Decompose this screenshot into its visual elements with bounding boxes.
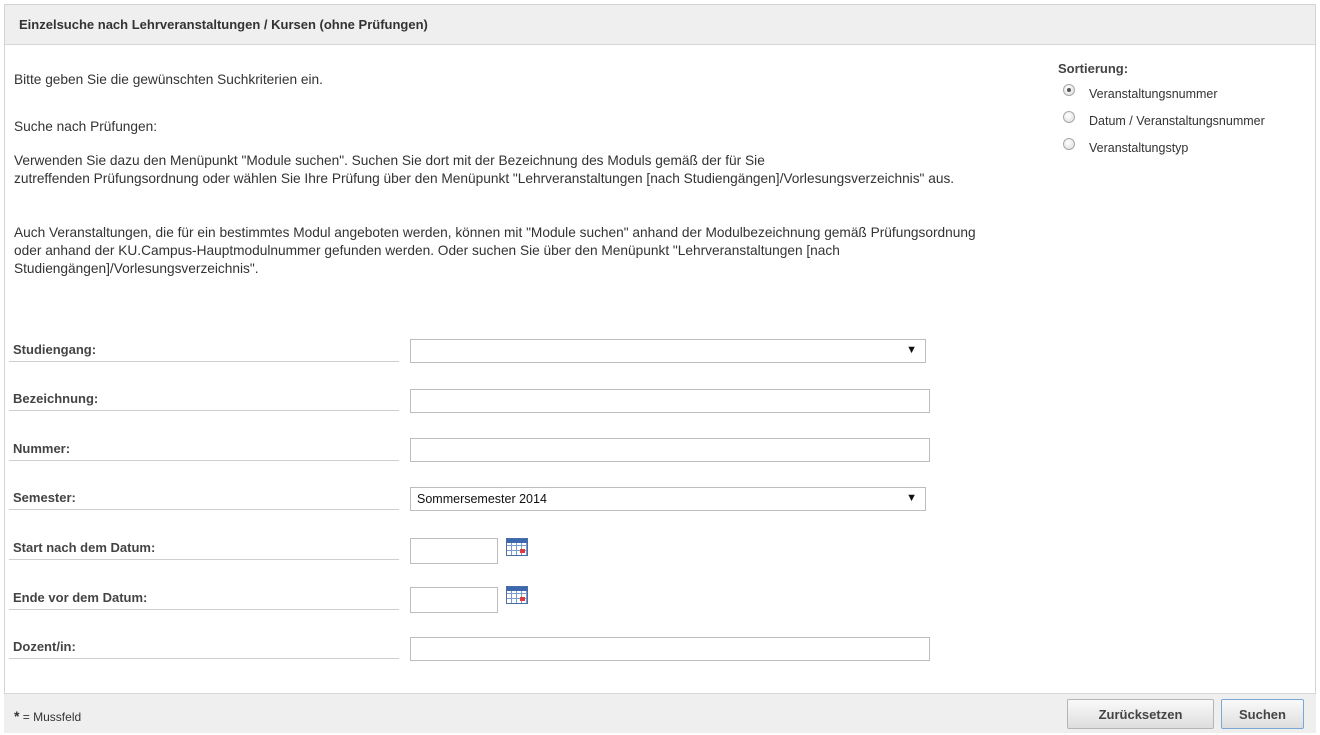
nummer-label: Nummer: xyxy=(9,441,399,461)
intro-text: Bitte geben Sie die gewünschten Suchkrit… xyxy=(14,72,323,87)
sort-option-label: Datum / Veranstaltungsnummer xyxy=(1089,114,1265,128)
info-text-2c: Studiengängen]/Vorlesungsverzeichnis". xyxy=(14,261,259,276)
dozent-input[interactable] xyxy=(410,637,930,661)
info-text-1a: Verwenden Sie dazu den Menüpunkt "Module… xyxy=(14,153,765,168)
radio-icon[interactable] xyxy=(1063,138,1075,150)
exam-search-heading: Suche nach Prüfungen: xyxy=(14,119,158,134)
sort-title: Sortierung: xyxy=(1058,61,1129,76)
info-text-2a: Auch Veranstaltungen, die für ein bestim… xyxy=(14,225,976,240)
dozent-label: Dozent/in: xyxy=(9,639,399,659)
semester-value: Sommersemester 2014 xyxy=(417,492,547,506)
sort-options: Sortierung: Veranstaltungsnummer Datum /… xyxy=(1058,61,1318,165)
required-star: * xyxy=(14,708,20,724)
studiengang-select[interactable]: ▼ xyxy=(410,339,926,363)
sort-option-veranstaltungsnummer[interactable]: Veranstaltungsnummer xyxy=(1058,84,1318,111)
calendar-icon[interactable] xyxy=(506,586,528,604)
start-date-input[interactable] xyxy=(410,538,498,564)
sort-option-datum[interactable]: Datum / Veranstaltungsnummer xyxy=(1058,111,1318,138)
start-date-label: Start nach dem Datum: xyxy=(9,540,399,560)
search-button[interactable]: Suchen xyxy=(1221,699,1304,729)
sort-option-label: Veranstaltungstyp xyxy=(1089,141,1189,155)
bezeichnung-label: Bezeichnung: xyxy=(9,391,399,411)
radio-icon[interactable] xyxy=(1063,111,1075,123)
sort-option-veranstaltungstyp[interactable]: Veranstaltungstyp xyxy=(1058,138,1318,165)
studiengang-label: Studiengang: xyxy=(9,342,399,362)
semester-label: Semester: xyxy=(9,490,399,510)
radio-checked-icon[interactable] xyxy=(1063,84,1075,96)
required-field-note: * = Mussfeld xyxy=(14,708,81,724)
page-title: Einzelsuche nach Lehrveranstaltungen / K… xyxy=(19,17,428,32)
dropdown-arrow-icon: ▼ xyxy=(906,344,917,356)
required-note-text: = Mussfeld xyxy=(22,710,82,724)
end-date-input[interactable] xyxy=(410,587,498,613)
bezeichnung-input[interactable] xyxy=(410,389,930,413)
nummer-input[interactable] xyxy=(410,438,930,462)
end-date-label: Ende vor dem Datum: xyxy=(9,590,399,610)
info-text-1b: zutreffenden Prüfungsordnung oder wählen… xyxy=(14,171,955,186)
footer-bar: * = Mussfeld Zurücksetzen Suchen xyxy=(4,693,1316,733)
dropdown-arrow-icon: ▼ xyxy=(906,492,917,504)
reset-button[interactable]: Zurücksetzen xyxy=(1067,699,1214,729)
sort-option-label: Veranstaltungsnummer xyxy=(1089,87,1218,101)
semester-select[interactable]: Sommersemester 2014 ▼ xyxy=(410,487,926,511)
calendar-icon[interactable] xyxy=(506,538,528,556)
panel-header: Einzelsuche nach Lehrveranstaltungen / K… xyxy=(5,5,1315,45)
info-text-2b: oder anhand der KU.Campus-Hauptmodulnumm… xyxy=(14,243,840,258)
